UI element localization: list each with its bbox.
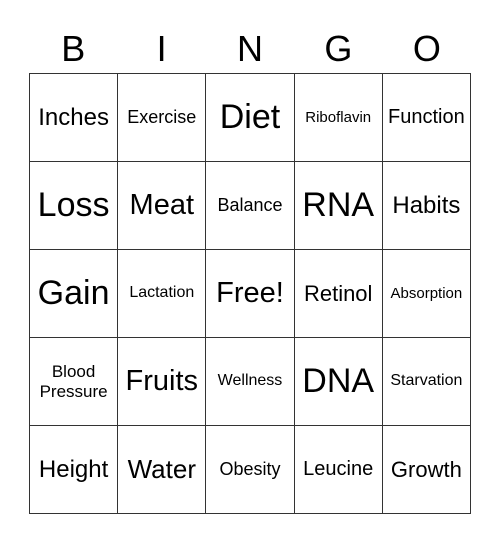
bingo-cell[interactable]: Exercise [118, 74, 207, 162]
bingo-cell[interactable]: DNA [294, 338, 383, 426]
bingo-cell[interactable]: Height [30, 426, 119, 514]
bingo-cell[interactable]: Diet [206, 74, 295, 162]
bingo-cell[interactable]: Wellness [206, 338, 295, 426]
bingo-cell[interactable]: Habits [382, 162, 471, 250]
bingo-header: B I N G O [29, 26, 471, 72]
header-letter-o: O [412, 28, 441, 69]
bingo-cell[interactable]: Riboflavin [294, 74, 383, 162]
bingo-card-grid: Inches Exercise Diet Riboflavin Function… [29, 73, 471, 514]
bingo-cell[interactable]: Function [382, 74, 471, 162]
header-letter-i: I [156, 28, 167, 69]
bingo-cell[interactable]: Absorption [382, 250, 471, 338]
bingo-cell[interactable]: Leucine [294, 426, 383, 514]
header-letter-n: N [237, 28, 264, 69]
bingo-cell[interactable]: Fruits [118, 338, 207, 426]
header-letter-b: B [61, 28, 86, 69]
bingo-cell[interactable]: Loss [30, 162, 119, 250]
bingo-cell[interactable]: Blood Pressure [30, 338, 119, 426]
bingo-cell[interactable]: RNA [294, 162, 383, 250]
free-space-cell[interactable]: Free! [206, 250, 295, 338]
header-letter-g: G [324, 28, 353, 69]
bingo-cell[interactable]: Meat [118, 162, 207, 250]
bingo-cell[interactable]: Starvation [382, 338, 471, 426]
bingo-cell[interactable]: Balance [206, 162, 295, 250]
bingo-cell[interactable]: Water [118, 426, 207, 514]
bingo-cell[interactable]: Retinol [294, 250, 383, 338]
bingo-cell[interactable]: Gain [30, 250, 119, 338]
bingo-cell[interactable]: Growth [382, 426, 471, 514]
bingo-cell[interactable]: Obesity [206, 426, 295, 514]
bingo-cell[interactable]: Lactation [118, 250, 207, 338]
bingo-cell[interactable]: Inches [30, 74, 119, 162]
